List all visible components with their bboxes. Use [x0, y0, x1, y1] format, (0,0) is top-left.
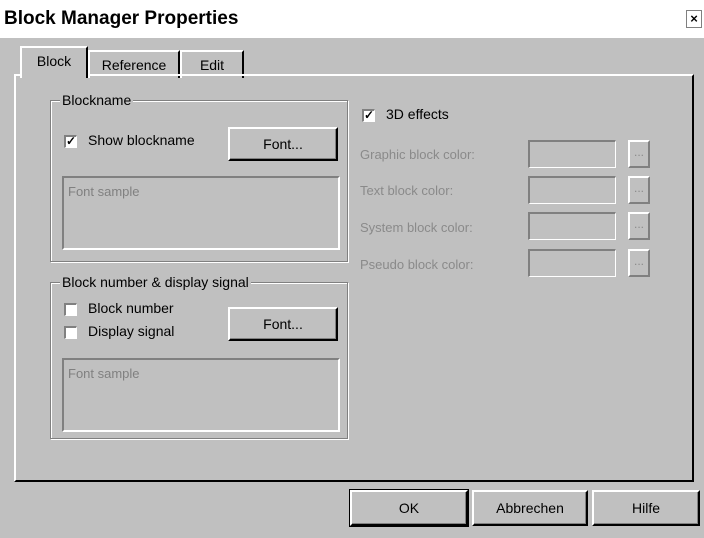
cancel-button-label: Abbrechen — [496, 500, 564, 516]
system-block-color-swatch — [528, 212, 616, 240]
show-blockname-checkbox[interactable]: ✓ — [64, 135, 77, 148]
tab-reference-label: Reference — [101, 57, 167, 73]
tab-block[interactable]: Block — [20, 46, 88, 78]
ok-button-label: OK — [398, 500, 420, 516]
window-title: Block Manager Properties — [4, 8, 239, 29]
pseudo-block-color-swatch — [528, 249, 616, 277]
show-blockname-label: Show blockname — [88, 132, 195, 148]
block-number-font-sample-text: Font sample — [68, 366, 140, 381]
blockname-legend: Blockname — [60, 92, 134, 108]
blockname-font-button[interactable]: Font... — [228, 127, 338, 161]
tab-block-label: Block — [36, 53, 72, 69]
cancel-button[interactable]: Abbrechen — [472, 490, 588, 526]
blockname-font-sample: Font sample — [62, 176, 340, 250]
help-button[interactable]: Hilfe — [592, 490, 700, 526]
block-number-font-sample: Font sample — [62, 358, 340, 432]
title-bar: Block Manager Properties × — [0, 0, 704, 38]
graphic-block-color-button[interactable]: ... — [628, 140, 650, 168]
system-block-color-label: System block color: — [360, 220, 473, 235]
pseudo-block-color-button[interactable]: ... — [628, 249, 650, 277]
graphic-block-color-label: Graphic block color: — [360, 147, 475, 162]
graphic-block-color-swatch — [528, 140, 616, 168]
3d-effects-label: 3D effects — [386, 106, 449, 122]
pseudo-block-color-label: Pseudo block color: — [360, 257, 474, 272]
system-block-color-button[interactable]: ... — [628, 212, 650, 240]
text-block-color-button[interactable]: ... — [628, 176, 650, 204]
block-number-legend: Block number & display signal — [60, 274, 251, 290]
3d-effects-checkbox[interactable]: ✓ — [362, 109, 375, 122]
close-icon[interactable]: × — [686, 10, 702, 28]
text-block-color-swatch — [528, 176, 616, 204]
text-block-color-label: Text block color: — [360, 183, 454, 198]
blockname-font-sample-text: Font sample — [68, 184, 140, 199]
blockname-font-button-label: Font... — [263, 136, 303, 152]
display-signal-label: Display signal — [88, 323, 175, 339]
block-number-label: Block number — [88, 300, 174, 316]
tab-edit-label: Edit — [199, 57, 225, 73]
display-signal-checkbox[interactable] — [64, 326, 77, 339]
block-number-checkbox[interactable] — [64, 303, 77, 316]
ok-button[interactable]: OK — [349, 489, 469, 527]
block-number-font-button[interactable]: Font... — [228, 307, 338, 341]
block-number-font-button-label: Font... — [263, 316, 303, 332]
help-button-label: Hilfe — [631, 500, 660, 516]
